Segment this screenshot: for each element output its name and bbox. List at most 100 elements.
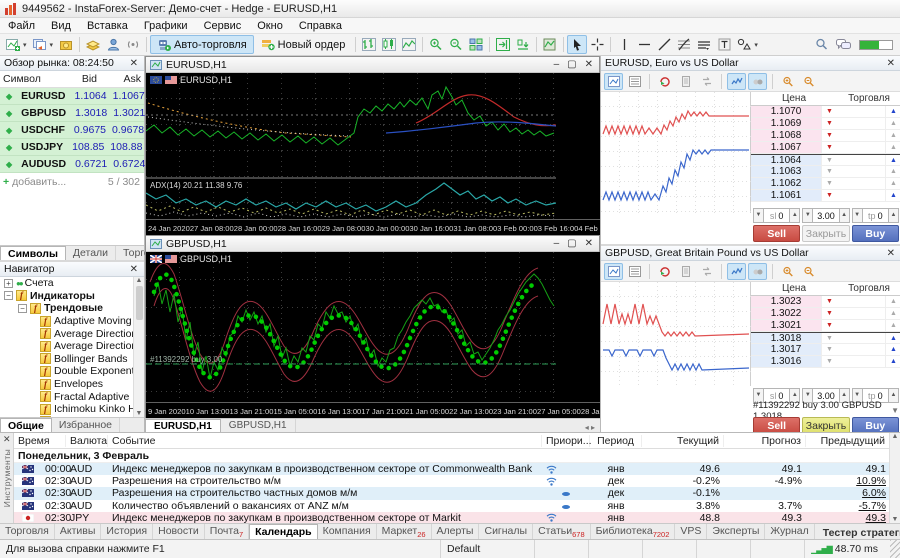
tab-experts[interactable]: Эксперты [707, 524, 765, 539]
menu-file[interactable]: Файл [0, 20, 43, 32]
menu-tools[interactable]: Сервис [196, 20, 250, 32]
menu-help[interactable]: Справка [291, 20, 350, 32]
tab-articles[interactable]: Статьи678 [533, 524, 591, 539]
buy-arrow-icon[interactable]: ▲ [885, 190, 900, 201]
maximize-icon[interactable]: ▢ [567, 238, 576, 249]
refresh-icon[interactable] [655, 73, 674, 90]
tree-item-indicator[interactable]: fAverage Directional [0, 327, 133, 340]
tab-favorites[interactable]: Избранное [52, 418, 120, 432]
sell-arrow-icon[interactable]: ▼ [821, 296, 837, 307]
tree-node-trend[interactable]: − f Трендовые [0, 302, 133, 315]
column-currency[interactable]: Валюта [66, 435, 108, 447]
chart-window-titlebar[interactable]: GBPUSD,H1 – ▢ ✕ [146, 236, 599, 252]
scroll-up-icon[interactable]: ▲ [892, 433, 899, 440]
buy-arrow-icon[interactable]: ▲ [885, 142, 900, 153]
horizontal-line-button[interactable] [634, 35, 654, 54]
chart-window-titlebar[interactable]: EURUSD,H1 – ▢ ✕ [146, 57, 599, 73]
close-icon[interactable]: ✕ [885, 58, 897, 69]
buy-arrow-icon[interactable]: ▲ [885, 333, 900, 343]
symbol-row-gbpusd[interactable]: ◆GBPUSD 1.3018 1.3021 [0, 105, 144, 122]
gbpusd-chart-plot[interactable]: GBPUSD,H1 #11392292 buy 3.00 [146, 252, 627, 419]
cursor-button[interactable] [567, 35, 587, 54]
column-previous[interactable]: Предыдущий [806, 435, 900, 447]
eurusd-time-axis[interactable]: 24 Jan 2020 27 Jan 08:00 28 Jan 00:00 28… [146, 219, 621, 236]
ask-price-row[interactable]: 1.3022▼▲ [751, 308, 900, 320]
ask-price-row[interactable]: 1.1068▼▲ [751, 130, 900, 142]
sell-button[interactable]: Sell [753, 225, 800, 242]
minimize-icon[interactable]: – [554, 238, 560, 249]
bars-chart-button[interactable] [359, 35, 379, 54]
buy-arrow-icon[interactable]: ▲ [885, 106, 900, 117]
zoom-in-icon[interactable] [778, 263, 797, 280]
eurusd-tick-chart[interactable] [601, 92, 751, 213]
stepper-down-icon[interactable]: ▼ [852, 208, 863, 223]
sell-arrow-icon[interactable]: ▼ [821, 166, 837, 177]
calendar-event-row[interactable]: 02:30 AUD Разрешения на строительство м/… [14, 475, 900, 487]
buy-arrow-icon[interactable]: ▲ [885, 178, 900, 189]
scroll-down-icon[interactable]: ▼ [892, 516, 899, 523]
sell-arrow-icon[interactable]: ▼ [821, 356, 837, 367]
history-center-button[interactable] [56, 35, 76, 54]
close-icon[interactable]: ✕ [3, 434, 11, 445]
sell-arrow-icon[interactable]: ▼ [821, 178, 837, 189]
tab-news[interactable]: Новости [153, 524, 205, 539]
ask-price[interactable]: 1.3023 [751, 296, 821, 307]
transfer-icon[interactable] [697, 73, 716, 90]
maximize-icon[interactable]: ▢ [567, 59, 576, 70]
menu-view[interactable]: Вид [43, 20, 79, 32]
tree-item-indicator[interactable]: fEnvelopes [0, 378, 133, 391]
tab-strategy-tester[interactable]: Тестер стратегий [815, 527, 900, 539]
column-symbol[interactable]: Символ [0, 73, 57, 85]
ask-price[interactable]: 1.1067 [751, 142, 821, 153]
auto-scroll-button[interactable] [513, 35, 533, 54]
chart-mode-icon[interactable] [604, 263, 623, 280]
community-button[interactable] [103, 35, 123, 54]
sl-value[interactable]: 0 [778, 211, 783, 221]
bid-price-row[interactable]: 1.1061▼▲ [751, 190, 900, 202]
close-icon[interactable]: ✕ [128, 58, 140, 69]
column-time[interactable]: Время [14, 435, 66, 447]
collapse-icon[interactable]: − [18, 304, 27, 313]
tab-vps[interactable]: VPS [675, 524, 707, 539]
scroll-up-icon[interactable]: ▲ [136, 277, 143, 284]
sell-arrow-icon[interactable]: ▼ [821, 344, 837, 355]
new-order-button[interactable]: Новый ордер [254, 35, 353, 54]
trade-panel-titlebar[interactable]: GBPUSD, Great Britain Pound vs US Dollar… [601, 246, 900, 261]
volume-circles-icon[interactable] [748, 73, 767, 90]
orders-book-icon[interactable] [676, 73, 695, 90]
calendar-event-row[interactable]: 02:30 AUD Разрешения на строительство ча… [14, 487, 900, 499]
depth-of-market-icon[interactable] [625, 73, 644, 90]
stepper-down-icon[interactable]: ▼ [753, 208, 764, 223]
stepper-up-icon[interactable]: ▲ [839, 208, 850, 223]
calendar-event-row[interactable]: 02:30 AUD Количество объявлений о ваканс… [14, 500, 900, 512]
symbol-row-usdchf[interactable]: ◆USDCHF 0.9675 0.9678 [0, 122, 144, 139]
bid-price[interactable]: 1.1064 [751, 155, 821, 165]
sell-arrow-icon[interactable]: ▼ [821, 130, 837, 141]
menu-insert[interactable]: Вставка [79, 20, 136, 32]
scroll-down-icon[interactable]: ▼ [136, 410, 143, 417]
autotrade-button[interactable]: Авто-торговля [150, 35, 254, 54]
bid-price-row[interactable]: 1.3018▼▲ [751, 332, 900, 344]
sell-arrow-icon[interactable]: ▼ [821, 190, 837, 201]
close-icon[interactable]: ✕ [128, 264, 140, 275]
tab-common[interactable]: Общие [0, 418, 52, 432]
tp-value[interactable]: 0 [878, 211, 883, 221]
crosshair-button[interactable] [587, 35, 607, 54]
column-ask[interactable]: Ask [100, 73, 144, 85]
tree-item-indicator[interactable]: fAdaptive Moving Av [0, 315, 133, 328]
ask-price[interactable]: 1.1069 [751, 118, 821, 129]
buy-arrow-icon[interactable]: ▲ [885, 308, 900, 319]
orders-book-icon[interactable] [676, 263, 695, 280]
sell-arrow-icon[interactable]: ▼ [821, 118, 837, 129]
bid-price-row[interactable]: 1.3017▼▲ [751, 344, 900, 356]
indicators-button[interactable] [540, 35, 560, 54]
bid-price-row[interactable]: 1.1062▼▲ [751, 178, 900, 190]
tab-mailbox[interactable]: Почта7 [205, 524, 249, 539]
ask-price[interactable]: 1.3021 [751, 320, 821, 331]
ask-price-row[interactable]: 1.3021▼▲ [751, 320, 900, 332]
tab-scroll-arrows[interactable]: ◂ ▸ [580, 423, 600, 432]
transfer-icon[interactable] [697, 263, 716, 280]
tab-details[interactable]: Детали [66, 246, 116, 260]
buy-arrow-icon[interactable]: ▲ [885, 356, 900, 367]
books-button[interactable] [83, 35, 103, 54]
